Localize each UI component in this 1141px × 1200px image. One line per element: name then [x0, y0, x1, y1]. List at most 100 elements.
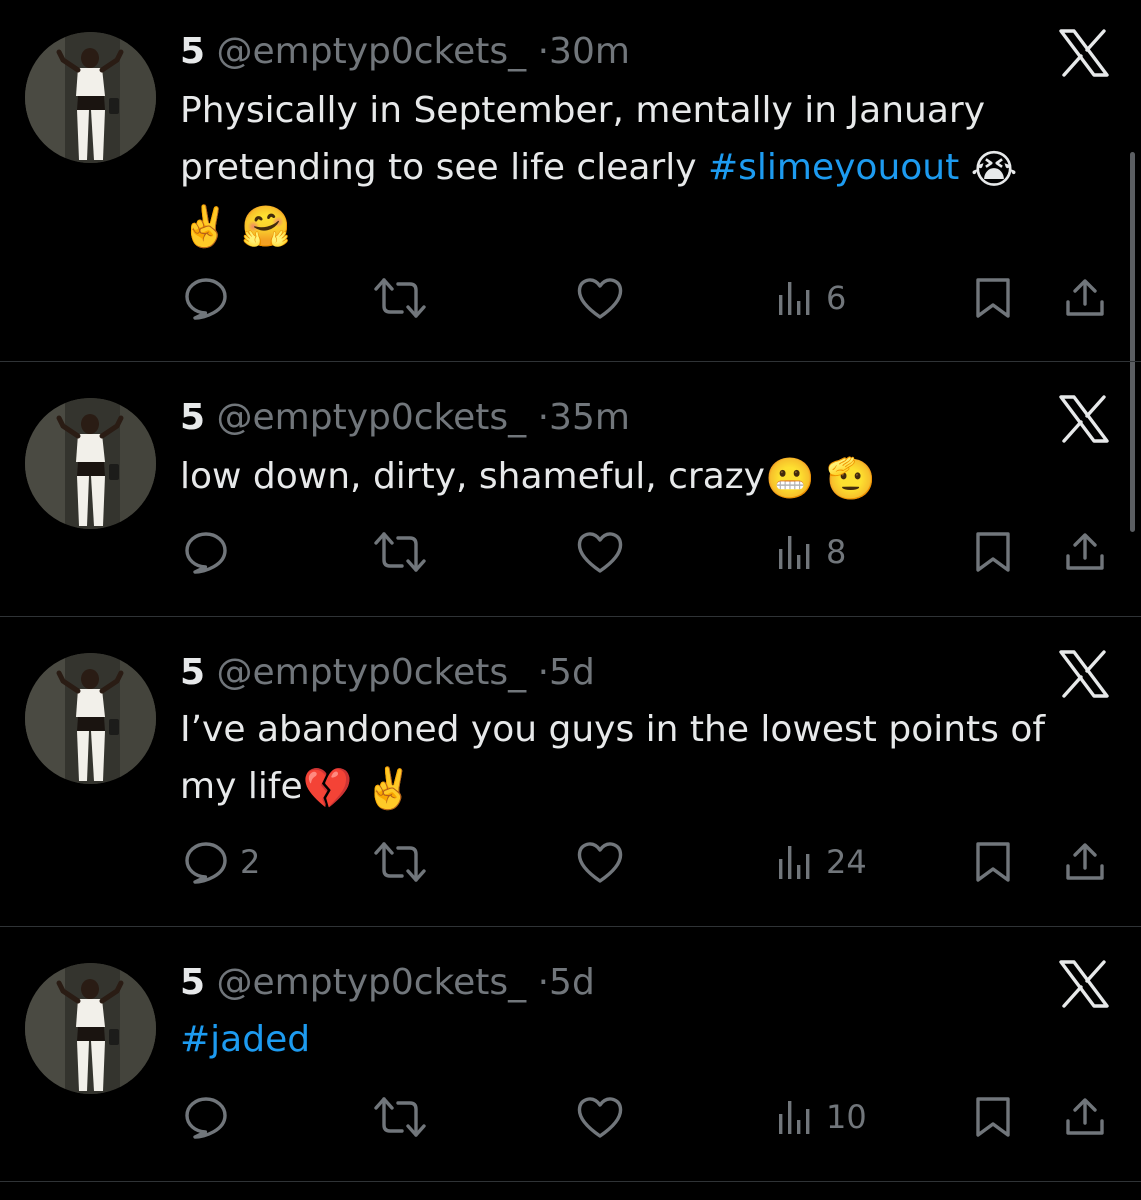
timestamp[interactable]: 5d: [549, 652, 595, 693]
bookmark-icon: [973, 1095, 1013, 1139]
like-icon: [575, 839, 625, 885]
crying-face-emoji: 😭: [970, 147, 1018, 193]
share-icon: [1063, 530, 1107, 574]
bookmark-button[interactable]: [973, 835, 1013, 889]
views-icon: [776, 278, 816, 318]
grimacing-face-emoji: 😬: [764, 456, 815, 502]
bookmark-icon: [973, 840, 1013, 884]
tweet-header: 5 @emptyp0ckets_ ·35m: [180, 396, 630, 440]
broken-heart-emoji: 💔: [302, 766, 353, 812]
hugging-face-emoji: 🤗: [241, 204, 292, 250]
display-name[interactable]: 5: [180, 31, 205, 72]
retweet-icon: [372, 838, 428, 886]
retweet-icon: [372, 274, 428, 322]
like-icon: [575, 529, 625, 575]
like-button[interactable]: [575, 271, 625, 325]
view-count: 10: [826, 1098, 867, 1136]
separator-dot: ·: [537, 31, 550, 72]
view-count: 6: [826, 279, 847, 317]
avatar[interactable]: [25, 963, 156, 1094]
display-name[interactable]: 5: [180, 962, 205, 1003]
retweet-button[interactable]: [372, 1090, 428, 1144]
retweet-button[interactable]: [372, 525, 428, 579]
avatar[interactable]: [25, 32, 156, 163]
tweet-header: 5 @emptyp0ckets_ ·5d: [180, 961, 595, 1005]
reply-button[interactable]: 2: [182, 835, 260, 889]
bookmark-button[interactable]: [973, 271, 1013, 325]
handle[interactable]: @emptyp0ckets_: [217, 962, 527, 1003]
tweet-text: I’ve abandoned you guys in the lowest po…: [180, 701, 1120, 815]
views-button[interactable]: 10: [776, 1090, 867, 1144]
retweet-icon: [372, 1093, 428, 1141]
display-name[interactable]: 5: [180, 652, 205, 693]
handle[interactable]: @emptyp0ckets_: [217, 397, 527, 438]
views-button[interactable]: 8: [776, 525, 846, 579]
handle[interactable]: @emptyp0ckets_: [217, 31, 527, 72]
action-bar: 2 24: [0, 835, 1141, 889]
like-button[interactable]: [575, 835, 625, 889]
views-button[interactable]: 6: [776, 271, 846, 325]
reply-count: 2: [240, 843, 261, 881]
avatar[interactable]: [25, 653, 156, 784]
share-button[interactable]: [1063, 525, 1107, 579]
like-button[interactable]: [575, 1090, 625, 1144]
share-button[interactable]: [1063, 835, 1107, 889]
bookmark-button[interactable]: [973, 1090, 1013, 1144]
tweet-2[interactable]: 5 @emptyp0ckets_ ·35m low down, dirty, s…: [0, 362, 1141, 617]
retweet-button[interactable]: [372, 835, 428, 889]
display-name[interactable]: 5: [180, 397, 205, 438]
x-logo-icon[interactable]: [1057, 957, 1111, 1011]
bookmark-icon: [973, 276, 1013, 320]
bookmark-button[interactable]: [973, 525, 1013, 579]
timestamp[interactable]: 35m: [549, 397, 630, 438]
views-icon: [776, 842, 816, 882]
hashtag-link[interactable]: #slimeyouout: [708, 147, 959, 188]
x-logo-icon[interactable]: [1057, 392, 1111, 446]
tweet-3[interactable]: 5 @emptyp0ckets_ ·5d I’ve abandoned you …: [0, 617, 1141, 927]
separator-dot: ·: [537, 962, 550, 1003]
view-count: 8: [826, 533, 847, 571]
share-button[interactable]: [1063, 1090, 1107, 1144]
reply-button[interactable]: [182, 525, 240, 579]
reply-icon: [182, 274, 230, 322]
retweet-icon: [372, 528, 428, 576]
tweet-text: #jaded: [180, 1011, 1120, 1068]
reply-icon: [182, 838, 230, 886]
x-logo-icon[interactable]: [1057, 647, 1111, 701]
reply-icon: [182, 1093, 230, 1141]
tweet-4[interactable]: 5 @emptyp0ckets_ ·5d #jaded 10: [0, 927, 1141, 1182]
separator-dot: ·: [537, 397, 550, 438]
share-icon: [1063, 840, 1107, 884]
timestamp[interactable]: 30m: [549, 31, 630, 72]
like-button[interactable]: [575, 525, 625, 579]
share-icon: [1063, 276, 1107, 320]
like-icon: [575, 275, 625, 321]
hashtag-link[interactable]: #jaded: [180, 1019, 310, 1060]
retweet-button[interactable]: [372, 271, 428, 325]
victory-hand-emoji: ✌️: [363, 766, 414, 812]
saluting-face-emoji: 🫡: [826, 456, 877, 502]
tweet-header: 5 @emptyp0ckets_ ·5d: [180, 651, 595, 695]
x-logo-icon[interactable]: [1057, 26, 1111, 80]
views-icon: [776, 1097, 816, 1137]
tweet-1[interactable]: 5 @emptyp0ckets_ ·30m Physically in Sept…: [0, 0, 1141, 362]
reply-button[interactable]: [182, 271, 240, 325]
action-bar: 8: [0, 525, 1141, 579]
views-button[interactable]: 24: [776, 835, 867, 889]
view-count: 24: [826, 843, 867, 881]
handle[interactable]: @emptyp0ckets_: [217, 652, 527, 693]
timestamp[interactable]: 5d: [549, 962, 595, 1003]
tweet-header: 5 @emptyp0ckets_ ·30m: [180, 30, 630, 74]
tweet-text: Physically in September, mentally in Jan…: [180, 82, 1120, 253]
action-bar: 10: [0, 1090, 1141, 1144]
share-button[interactable]: [1063, 271, 1107, 325]
text-part: [959, 147, 970, 188]
bookmark-icon: [973, 530, 1013, 574]
tweet-feed: 5 @emptyp0ckets_ ·30m Physically in Sept…: [0, 0, 1141, 1200]
text-part: low down, dirty, shameful, crazy: [180, 456, 765, 497]
reply-button[interactable]: [182, 1090, 240, 1144]
views-icon: [776, 532, 816, 572]
separator-dot: ·: [537, 652, 550, 693]
avatar[interactable]: [25, 398, 156, 529]
like-icon: [575, 1094, 625, 1140]
